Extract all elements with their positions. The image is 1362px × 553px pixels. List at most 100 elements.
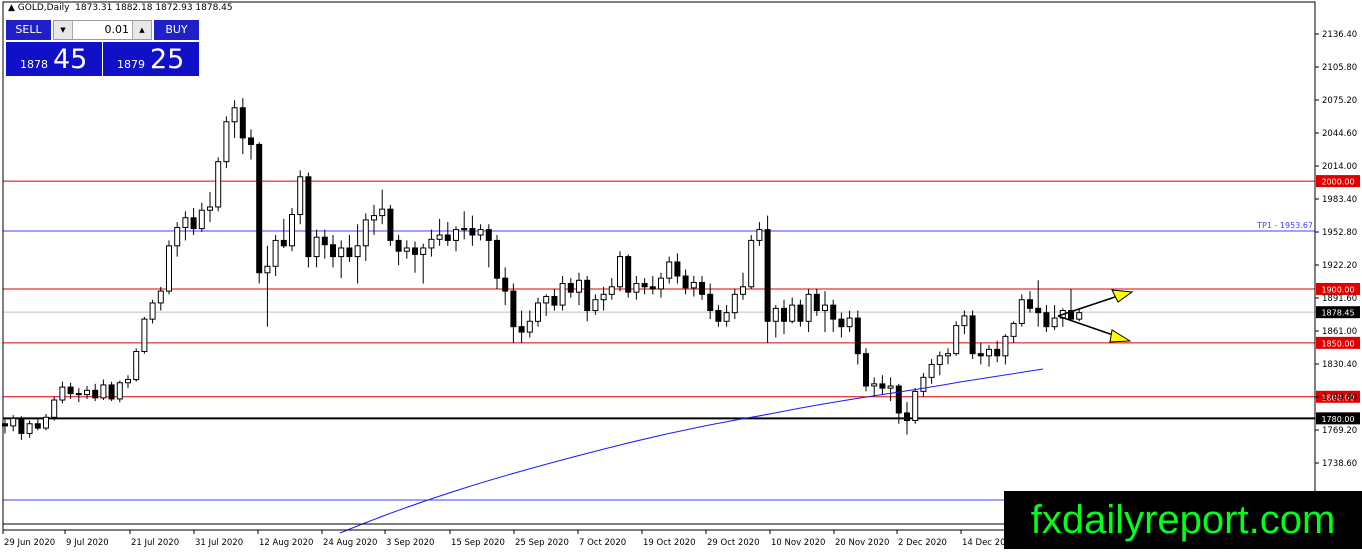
candle-body [969,315,976,355]
candle-body [707,293,714,312]
candle-body [543,295,550,304]
candle-body [1010,322,1017,337]
candle-body [879,383,886,389]
x-tick-label: 19 Oct 2020 [643,538,696,548]
y-tick-label: 2014.00 [1322,162,1357,172]
candle-body [608,286,615,295]
price-axis: 2136.40 2105.80 2075.20 2044.60 2014.00 1983.… [1315,30,1357,469]
candle-body [772,307,779,322]
candle-body [239,107,246,139]
lot-size-field[interactable]: ▼ 0.01 ▲ [53,20,152,40]
candle-body [551,295,558,306]
candle-body [887,385,894,389]
x-tick-label: 2 Dec 2020 [898,538,947,548]
candle-body [830,304,837,320]
sell-price-button[interactable]: 1878 45 [6,42,102,76]
candle-body [1076,312,1083,320]
lot-decrease-icon[interactable]: ▼ [54,21,73,39]
candle-body [149,302,156,320]
candle-body [43,416,49,429]
x-tick-label: 3 Sep 2020 [386,538,434,548]
x-tick-label: 21 Jul 2020 [131,538,179,548]
candle-body [928,363,935,378]
candle-body [75,393,82,396]
candle-body [133,350,140,381]
candle-body [731,293,738,314]
candle-body [223,121,230,163]
candle-body [26,423,33,434]
candle-body [649,286,656,290]
candle-body [387,208,394,241]
y-tick-label: 2105.80 [1322,63,1357,73]
candle-body [895,385,902,414]
y-tick-label: 2136.40 [1322,30,1357,40]
candle-body [108,384,115,400]
candle-body [453,229,459,241]
candle-body [207,206,213,211]
sell-button[interactable]: SELL [6,20,51,40]
moving-average-line [339,368,1044,534]
symbol-label: GOLD,Daily [17,3,70,13]
buy-price-button[interactable]: 1879 25 [103,42,199,76]
candle-body [682,275,689,289]
candle-body [1027,299,1033,309]
candle-body [346,247,353,258]
candle-body [936,355,943,365]
candle-body [920,376,927,392]
candle-body [994,348,1001,357]
candle-body [198,209,205,230]
candle-body [280,239,287,247]
y-tick-label: 1891.60 [1322,294,1357,304]
candle-body [961,315,968,327]
candle-body [633,283,640,293]
candle-body [912,390,919,422]
candle-body [502,277,509,292]
lot-increase-icon[interactable]: ▲ [132,21,151,39]
x-tick-label: 12 Aug 2020 [259,538,313,548]
candle-body [1002,335,1009,357]
x-tick-label: 9 Jul 2020 [66,538,109,548]
y-tick-label: 1922.20 [1322,261,1357,271]
candle-body [362,219,369,247]
candle-body [461,228,468,231]
candle-body [248,137,254,145]
candle-body [256,143,263,274]
chart-frame [2,1,1316,531]
candle-body [330,244,336,258]
lot-value[interactable]: 0.01 [74,21,131,39]
candle-body [297,176,304,216]
y-tick-label: 1830.40 [1322,360,1357,370]
candle-body [182,217,189,228]
candle-body [658,277,664,290]
candle-body [494,239,500,279]
candle-body [789,304,796,322]
candle-body [157,290,164,304]
candle-body [321,236,328,246]
sell-price-small: 1878 [20,58,48,71]
candle-body [567,283,574,293]
candle-body [371,215,377,221]
time-axis: 29 Jun 2020 9 Jul 2020 21 Jul 2020 31 Jul 2… [2,530,1016,548]
candle-body [116,382,123,400]
y-tick-label: 2044.60 [1322,129,1357,139]
candle-body [953,325,960,355]
candle-body [576,279,582,293]
candle-body [600,293,607,301]
candle-body [18,417,25,434]
candle-body [477,229,484,236]
candle-body [535,302,541,322]
x-tick-label: 15 Sep 2020 [451,538,505,548]
price-chart: 2000.00TP1 - 1953.671900.001878.451850.0… [2,1,1360,548]
moving-average [339,368,1044,534]
candle-body [740,286,746,295]
candle-body [822,304,828,312]
candle-body [723,312,730,322]
arrow-up-head [1111,289,1134,303]
candle-body [617,256,623,288]
buy-button[interactable]: BUY [154,20,199,40]
tp-level-label: TP1 - 1953.67 [1256,221,1313,230]
candle-body [166,245,172,292]
candle-body [625,256,632,293]
candle-body [485,229,492,241]
candle-body [559,283,566,306]
